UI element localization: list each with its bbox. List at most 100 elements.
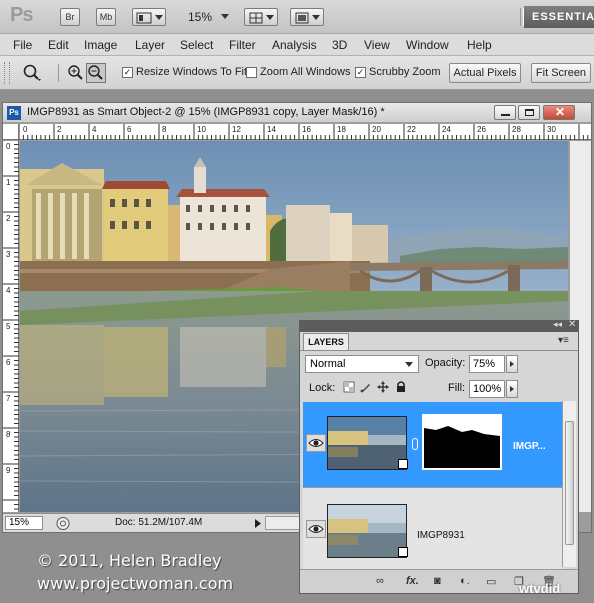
close-button[interactable]: ✕ (543, 105, 575, 120)
collapse-panel-icon[interactable]: ◂◂ (553, 319, 562, 330)
fit-screen-button[interactable]: Fit Screen (531, 63, 591, 83)
lock-all-icon[interactable] (395, 381, 407, 393)
photoshop-doc-icon: Ps (7, 106, 21, 120)
document-title-bar[interactable]: Ps IMGP8931 as Smart Object-2 @ 15% (IMG… (3, 103, 591, 123)
zoom-out-toggle[interactable] (86, 63, 106, 83)
layer-name[interactable]: IMGP8931 (417, 530, 465, 541)
visibility-toggle[interactable] (306, 520, 326, 538)
tab-layers[interactable]: LAYERS (303, 333, 349, 350)
ruler-v-label: 5 (6, 322, 11, 331)
divider (300, 350, 578, 351)
layers-scrollbar[interactable] (562, 401, 576, 567)
menu-help[interactable]: Help (467, 38, 492, 52)
panel-header-bar[interactable]: ◂◂ ✕ (300, 319, 578, 332)
menu-bar: File Edit Image Layer Select Filter Anal… (0, 34, 594, 56)
menu-analysis[interactable]: Analysis (272, 38, 317, 52)
extras-menu-button[interactable] (132, 8, 166, 26)
ruler-v-label: 7 (6, 394, 11, 403)
maximize-icon (525, 109, 534, 116)
bridge-button[interactable]: Br (60, 8, 80, 26)
lock-position-icon[interactable] (377, 381, 389, 393)
add-mask-icon[interactable]: ◙ (434, 575, 441, 587)
menu-layer[interactable]: Layer (135, 38, 165, 52)
status-zoom-field[interactable]: 15% (5, 516, 43, 530)
lock-image-pixels-icon[interactable] (360, 381, 372, 393)
ruler-h-label: 2 (57, 125, 62, 134)
layer-thumbnail[interactable] (327, 416, 407, 470)
menu-image[interactable]: Image (84, 38, 117, 52)
layer-row-base[interactable]: IMGP8931 (303, 488, 562, 574)
arrange-icon (249, 12, 262, 24)
visibility-toggle[interactable] (306, 434, 326, 452)
vertical-ruler[interactable]: 0 1 2 3 4 5 6 7 8 9 (3, 140, 19, 512)
ruler-h-label: 28 (512, 125, 521, 134)
fill-slider-button[interactable] (506, 380, 518, 398)
scrubby-zoom-checkbox[interactable]: ✓ (355, 67, 366, 78)
zoom-in-icon[interactable] (67, 64, 85, 82)
lock-label: Lock: (309, 382, 336, 394)
thumbnail-photo (328, 417, 406, 469)
ruler-h-label: 6 (127, 125, 132, 134)
mask-link-icon[interactable] (412, 438, 418, 450)
menu-view[interactable]: View (364, 38, 390, 52)
scrollbar-thumb[interactable] (565, 421, 574, 545)
horizontal-scrollbar[interactable] (265, 516, 301, 530)
actual-pixels-button[interactable]: Actual Pixels (449, 63, 521, 83)
menu-window[interactable]: Window (406, 38, 449, 52)
minimize-button[interactable] (494, 105, 516, 120)
layer-thumbnail[interactable] (327, 504, 407, 558)
ruler-h-label: 4 (92, 125, 97, 134)
thumbnail-photo (328, 505, 406, 557)
panel-menu-icon[interactable]: ▾≡ (558, 335, 569, 346)
menu-edit[interactable]: Edit (48, 38, 69, 52)
eye-icon (308, 525, 324, 533)
eye-icon (308, 439, 324, 447)
smart-object-badge-icon (398, 459, 408, 469)
zoom-tool-icon[interactable] (22, 63, 44, 83)
maximize-button[interactable] (518, 105, 540, 120)
ruler-v-label: 3 (6, 250, 11, 259)
opacity-label: Opacity: (425, 357, 466, 369)
group-icon[interactable]: ▭ (486, 575, 496, 588)
menu-file[interactable]: File (13, 38, 32, 52)
menu-3d[interactable]: 3D (332, 38, 347, 52)
ruler-h-label: 14 (267, 125, 276, 134)
layer-row-copy[interactable]: IMGP... (303, 402, 562, 488)
film-strip-icon (136, 12, 151, 24)
copyright-text: © 2011, Helen Bradley (37, 551, 222, 570)
mini-bridge-button[interactable]: Mb (96, 8, 116, 26)
ruler-origin[interactable] (3, 124, 19, 140)
adjustment-icon[interactable]: ◐. (460, 575, 470, 587)
blend-mode-select[interactable]: Normal (305, 355, 419, 373)
lock-transparency-icon[interactable] (343, 381, 355, 393)
zoom-level[interactable]: 15% (188, 10, 212, 24)
resize-windows-checkbox[interactable]: ✓ (122, 67, 133, 78)
layer-mask-thumbnail[interactable] (422, 414, 502, 470)
opacity-slider-button[interactable] (506, 355, 518, 373)
menu-select[interactable]: Select (180, 38, 213, 52)
screen-mode-button[interactable] (290, 8, 324, 26)
link-icon[interactable]: ∞ (376, 575, 384, 587)
document-size: Doc: 51.2M/107.4M (115, 517, 203, 528)
menu-filter[interactable]: Filter (229, 38, 256, 52)
ruler-v-label: 8 (6, 430, 11, 439)
application-bar: Ps Br Mb 15% ESSENTIA (0, 0, 594, 34)
close-panel-icon[interactable]: ✕ (568, 319, 576, 330)
layer-name[interactable]: IMGP... (513, 441, 546, 452)
status-menu-arrow-icon[interactable] (253, 518, 263, 529)
zoom-all-windows-checkbox[interactable] (246, 67, 257, 78)
status-bar: 15% Doc: 51.2M/107.4M (3, 513, 303, 532)
workspace-switcher[interactable]: ESSENTIA (524, 6, 594, 28)
options-grip[interactable] (4, 62, 10, 84)
horizontal-ruler[interactable]: 0 2 4 6 8 10 12 14 16 18 20 22 24 26 28 … (19, 124, 591, 140)
arrange-documents-button[interactable] (244, 8, 278, 26)
scrubby-zoom-label: Scrubby Zoom (369, 66, 441, 78)
fill-field[interactable]: 100% (469, 380, 505, 398)
opacity-field[interactable]: 75% (469, 355, 505, 373)
chevron-down-icon[interactable] (221, 14, 229, 19)
fx-icon[interactable]: fx. (406, 575, 419, 587)
ruler-h-label: 10 (197, 125, 206, 134)
watermark-badge: wtvdid (519, 581, 561, 596)
blend-mode-value: Normal (310, 358, 346, 370)
status-info-icon[interactable] (55, 516, 71, 531)
